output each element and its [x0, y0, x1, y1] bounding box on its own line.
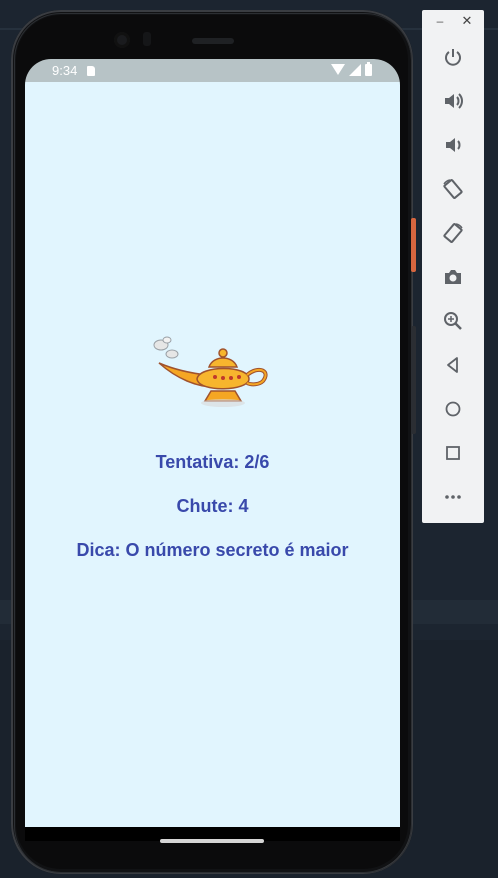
phone-screen[interactable]: 9:34 Tentativa: 2/6 Chute: 4 Dica: O núm… — [25, 59, 400, 841]
overview-icon — [446, 446, 460, 460]
home-button[interactable] — [438, 394, 468, 424]
rotate-left-button[interactable] — [438, 174, 468, 204]
back-icon — [447, 357, 458, 373]
signal-icon — [349, 64, 361, 76]
rotate-right-button[interactable] — [438, 218, 468, 248]
magic-lamp-icon — [153, 336, 268, 407]
zoom-icon — [444, 312, 462, 330]
volume-down-icon — [446, 138, 461, 152]
power-icon — [445, 49, 461, 66]
volume-down-button[interactable] — [438, 130, 468, 160]
more-icon — [445, 495, 461, 499]
hint-text: Dica: O número secreto é maior — [76, 540, 349, 560]
wifi-icon — [331, 64, 345, 75]
close-icon[interactable]: ✕ — [461, 14, 473, 28]
zoom-button[interactable] — [438, 306, 468, 336]
power-button[interactable] — [438, 42, 468, 72]
rotate-right-icon — [443, 223, 463, 243]
home-icon — [445, 401, 461, 417]
sd-card-icon — [87, 66, 95, 76]
more-button[interactable] — [438, 482, 468, 512]
battery-icon — [365, 62, 372, 76]
power-side-button[interactable] — [411, 218, 416, 272]
app-content: Tentativa: 2/6 Chute: 4 Dica: O número s… — [25, 82, 400, 827]
front-camera — [114, 32, 130, 48]
rotate-left-icon — [443, 179, 463, 199]
status-time: 9:34 — [52, 63, 78, 78]
overview-button[interactable] — [438, 438, 468, 468]
back-button[interactable] — [438, 350, 468, 380]
camera-icon — [445, 270, 461, 284]
volume-up-icon — [445, 93, 463, 109]
guess-value: Chute: 4 — [176, 496, 249, 516]
emulator-toolbar: – ✕ — [422, 10, 484, 523]
volume-side-button[interactable] — [411, 326, 416, 434]
minimize-icon[interactable]: – — [435, 14, 445, 28]
proximity-sensor — [143, 32, 151, 46]
status-bar: 9:34 — [25, 59, 400, 82]
attempt-counter: Tentativa: 2/6 — [155, 452, 270, 472]
earpiece-speaker — [192, 38, 234, 44]
home-gesture-bar[interactable] — [160, 839, 264, 843]
screenshot-button[interactable] — [438, 262, 468, 292]
volume-up-button[interactable] — [438, 86, 468, 116]
